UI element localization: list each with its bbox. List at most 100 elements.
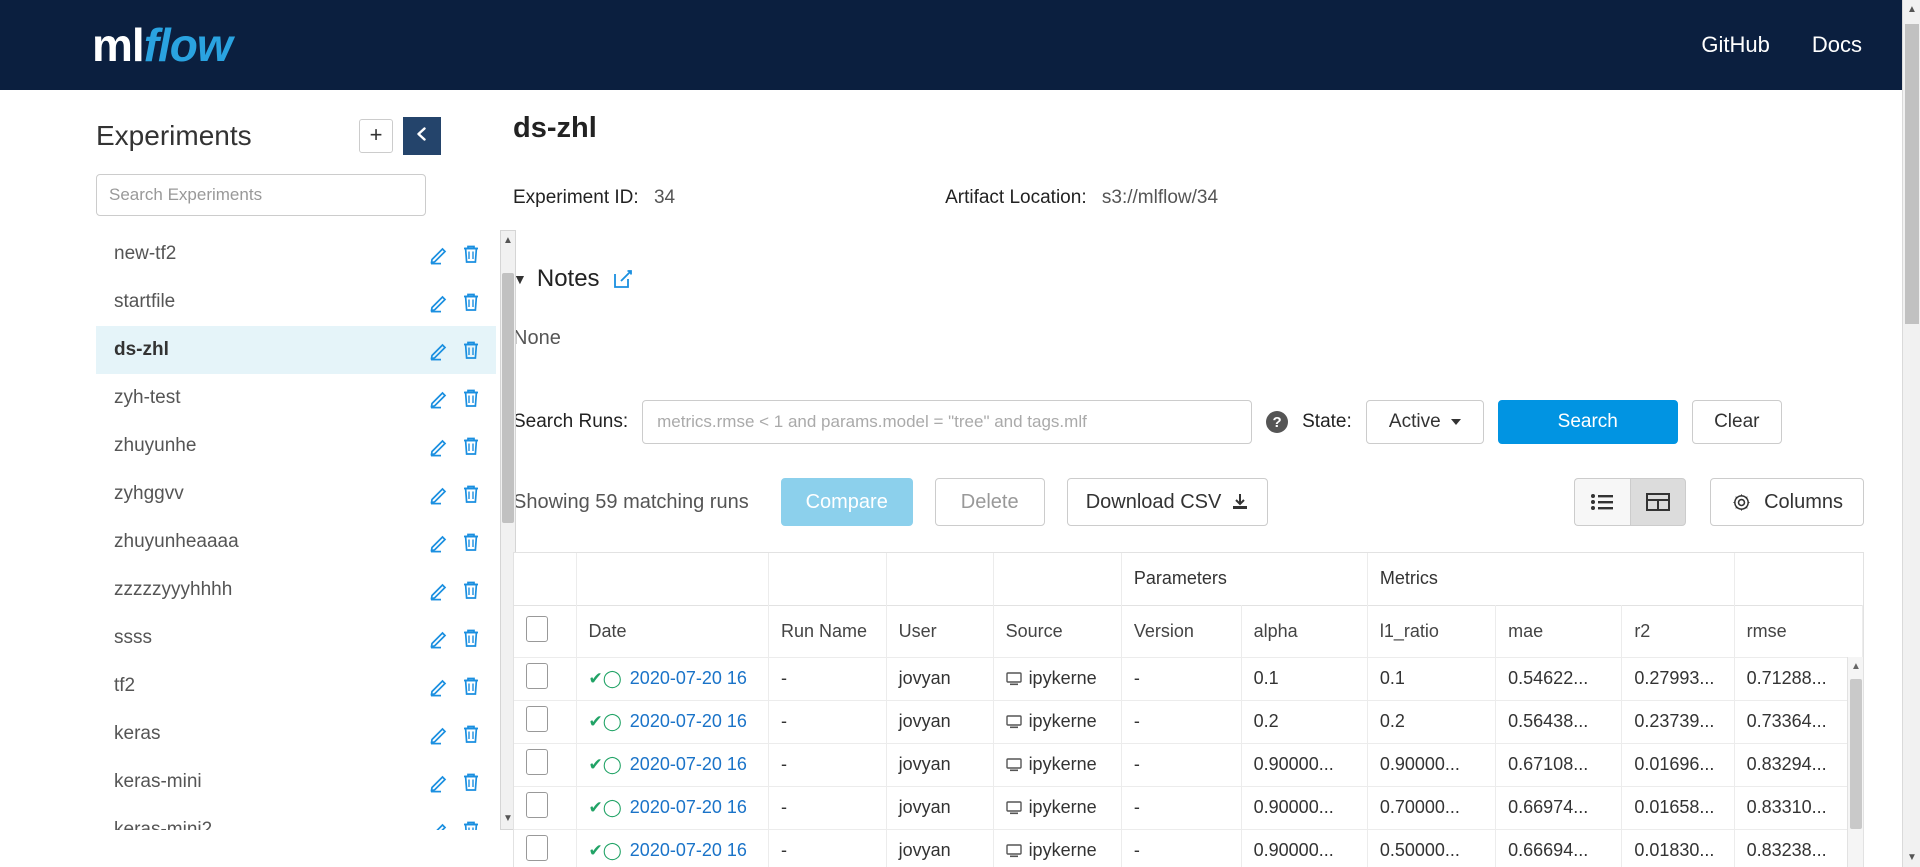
edit-experiment-button[interactable]	[426, 385, 452, 411]
scroll-up-arrow-icon[interactable]: ▲	[501, 231, 515, 251]
pencil-icon	[430, 487, 447, 505]
table-scrollbar-thumb[interactable]	[1850, 679, 1862, 829]
run-date-link[interactable]: 2020-07-20 16	[630, 754, 747, 775]
clear-button[interactable]: Clear	[1691, 400, 1782, 444]
edit-experiment-button[interactable]	[426, 433, 452, 459]
delete-experiment-button[interactable]	[458, 289, 484, 315]
page-scroll-up-icon[interactable]: ▲	[1907, 4, 1917, 15]
cell-date[interactable]: ✔◯ 2020-07-20 16	[576, 699, 770, 743]
table-row[interactable]: ✔◯ 2020-07-20 16- jovyan ipykerne -0.90000..…	[514, 742, 1863, 786]
columns-button[interactable]: Columns	[1710, 478, 1864, 526]
sidebar-item-keras-mini2[interactable]: keras-mini2	[96, 806, 496, 830]
table-row[interactable]: ✔◯ 2020-07-20 16- jovyan ipykerne -0.90000..…	[514, 828, 1863, 867]
column-header-run-name[interactable]: Run Name	[768, 604, 887, 657]
add-experiment-button[interactable]: +	[359, 119, 393, 153]
delete-experiment-button[interactable]	[458, 385, 484, 411]
mlflow-logo[interactable]: ml flow	[92, 22, 233, 68]
edit-notes-button[interactable]	[612, 268, 634, 290]
sidebar-item-zhuyunheaaaa[interactable]: zhuyunheaaaa	[96, 518, 496, 566]
search-help-icon[interactable]: ?	[1266, 411, 1289, 433]
nav-link-github[interactable]: GitHub	[1701, 32, 1769, 58]
delete-experiment-button[interactable]	[458, 577, 484, 603]
page-scroll-down-icon[interactable]: ▼	[1907, 852, 1917, 863]
search-runs-input[interactable]	[642, 400, 1253, 444]
delete-experiment-button[interactable]	[458, 433, 484, 459]
row-checkbox[interactable]	[526, 749, 548, 775]
edit-experiment-button[interactable]	[426, 721, 452, 747]
run-date-link[interactable]: 2020-07-20 16	[630, 840, 747, 861]
cell-alpha: 0.90000...	[1241, 742, 1368, 786]
table-view-toggle[interactable]	[1630, 478, 1687, 526]
delete-experiment-button[interactable]	[458, 481, 484, 507]
delete-experiment-button[interactable]	[458, 337, 484, 363]
table-row[interactable]: ✔◯ 2020-07-20 16- jovyan ipykerne -0.90000..…	[514, 785, 1863, 829]
edit-experiment-button[interactable]	[426, 817, 452, 830]
column-header-user[interactable]: User	[886, 604, 994, 657]
edit-experiment-button[interactable]	[426, 529, 452, 555]
table-row[interactable]: ✔◯ 2020-07-20 16- jovyan ipykerne -0.2 0.2 0.5…	[514, 699, 1863, 743]
column-header-date[interactable]: Date	[576, 604, 770, 657]
row-checkbox[interactable]	[526, 663, 548, 689]
edit-experiment-button[interactable]	[426, 577, 452, 603]
run-date-link[interactable]: 2020-07-20 16	[630, 797, 747, 818]
delete-experiment-button[interactable]	[458, 673, 484, 699]
page-scrollbar[interactable]: ▲ ▼	[1902, 0, 1920, 867]
run-date-link[interactable]: 2020-07-20 16	[630, 711, 747, 732]
run-date-link[interactable]: 2020-07-20 16	[630, 668, 747, 689]
row-checkbox[interactable]	[526, 792, 548, 818]
sidebar-item-zyhggvv[interactable]: zyhggvv	[96, 470, 496, 518]
sidebar-item-tf2[interactable]: tf2	[96, 662, 496, 710]
cell-date[interactable]: ✔◯ 2020-07-20 16	[576, 785, 770, 829]
table-row[interactable]: ✔◯ 2020-07-20 16- jovyan ipykerne -0.1 0.1 0.5…	[514, 656, 1863, 700]
cell-date[interactable]: ✔◯ 2020-07-20 16	[576, 828, 770, 867]
sidebar-item-zyh-test[interactable]: zyh-test	[96, 374, 496, 422]
column-header-l1_ratio[interactable]: l1_ratio	[1367, 604, 1497, 657]
nav-link-docs[interactable]: Docs	[1812, 32, 1862, 58]
edit-experiment-button[interactable]	[426, 337, 452, 363]
sidebar-scrollbar-thumb[interactable]	[502, 273, 514, 523]
sidebar-item-ds-zhl[interactable]: ds-zhl	[96, 326, 496, 374]
download-csv-button[interactable]: Download CSV	[1066, 478, 1269, 526]
column-header-rmse[interactable]: rmse	[1734, 604, 1863, 657]
cell-date[interactable]: ✔◯ 2020-07-20 16	[576, 656, 770, 700]
notes-section-header[interactable]: ▼ Notes	[513, 265, 1920, 293]
delete-experiment-button[interactable]	[458, 241, 484, 267]
list-view-toggle[interactable]	[1574, 478, 1631, 526]
state-filter-dropdown[interactable]: Active	[1365, 400, 1484, 444]
column-header-version[interactable]: Version	[1121, 604, 1242, 657]
delete-experiment-button[interactable]	[458, 625, 484, 651]
sidebar-item-zzzzzyyyhhhh[interactable]: zzzzzyyyhhhh	[96, 566, 496, 614]
sidebar-item-keras[interactable]: keras	[96, 710, 496, 758]
page-scrollbar-thumb[interactable]	[1905, 24, 1919, 324]
edit-experiment-button[interactable]	[426, 289, 452, 315]
column-header-mae[interactable]: mae	[1495, 604, 1623, 657]
row-checkbox[interactable]	[526, 835, 548, 862]
collapse-sidebar-button[interactable]	[403, 117, 441, 155]
row-checkbox[interactable]	[526, 706, 548, 732]
edit-experiment-button[interactable]	[426, 481, 452, 507]
edit-experiment-button[interactable]	[426, 241, 452, 267]
delete-experiment-button[interactable]	[458, 721, 484, 747]
delete-experiment-button[interactable]	[458, 817, 484, 830]
column-header-alpha[interactable]: alpha	[1241, 604, 1368, 657]
delete-button[interactable]: Delete	[934, 478, 1045, 526]
delete-experiment-button[interactable]	[458, 769, 484, 795]
cell-date[interactable]: ✔◯ 2020-07-20 16	[576, 742, 770, 786]
column-header-r2[interactable]: r2	[1621, 604, 1735, 657]
search-button[interactable]: Search	[1497, 400, 1678, 444]
edit-experiment-button[interactable]	[426, 769, 452, 795]
table-scrollbar[interactable]: ▲	[1847, 657, 1863, 867]
table-scroll-up-icon[interactable]: ▲	[1851, 661, 1861, 672]
sidebar-item-zhuyunhe[interactable]: zhuyunhe	[96, 422, 496, 470]
search-experiments-input[interactable]	[96, 174, 426, 216]
column-header-source[interactable]: Source	[993, 604, 1122, 657]
compare-button[interactable]: Compare	[780, 478, 913, 526]
sidebar-item-startfile[interactable]: startfile	[96, 278, 496, 326]
select-all-checkbox[interactable]	[526, 615, 548, 642]
delete-experiment-button[interactable]	[458, 529, 484, 555]
sidebar-item-new-tf2[interactable]: new-tf2	[96, 230, 496, 278]
sidebar-item-keras-mini[interactable]: keras-mini	[96, 758, 496, 806]
edit-experiment-button[interactable]	[426, 673, 452, 699]
edit-experiment-button[interactable]	[426, 625, 452, 651]
sidebar-item-ssss[interactable]: ssss	[96, 614, 496, 662]
